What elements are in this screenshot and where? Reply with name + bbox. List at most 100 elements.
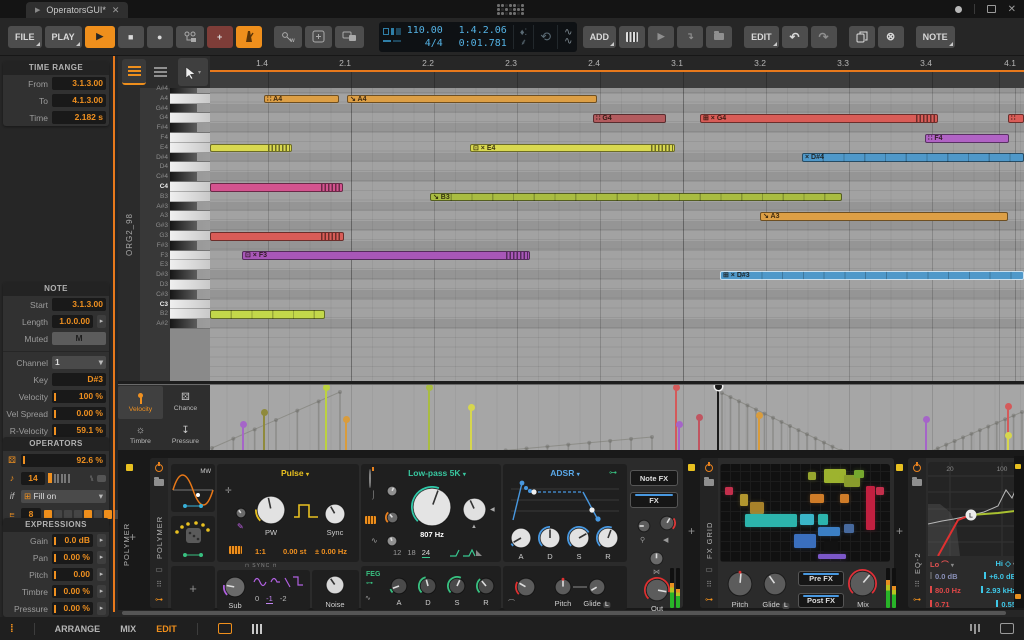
filter-drive-knob[interactable] [385,484,399,503]
midi-note-B2[interactable] [210,310,325,319]
polymer-device[interactable]: POLYMER ▭ ⠿ ⊶ MW + Pulse ▾ ✛ ✎ PW [150,458,683,608]
add-device-button[interactable]: + [688,524,695,538]
feg-mod-icon[interactable]: ⊶ [366,579,373,587]
piano-key-A#3[interactable] [170,202,210,212]
pre-fx-button[interactable]: Pre FX [798,571,844,586]
grid-module[interactable] [854,470,864,478]
piano-key-A4[interactable] [170,94,210,104]
track-color-handle[interactable] [126,464,133,471]
midi-note-A4[interactable]: ↘ A4 [347,95,597,104]
piano-key-G#4[interactable] [170,104,210,114]
noise-knob[interactable] [324,574,346,601]
expression-tab-pressure[interactable]: ↧Pressure [163,419,208,452]
tab-close-icon[interactable]: ✕ [112,5,120,16]
slope-option[interactable]: 24 [422,548,430,558]
grid-module[interactable] [818,527,840,536]
single-panel-icon[interactable] [218,623,232,634]
piano-key-C#3[interactable] [170,290,210,300]
grid-module[interactable] [844,524,854,533]
midi-note-G4[interactable]: ⊞ × G4 [700,114,938,123]
play-menu-button[interactable]: PLAY [45,26,82,48]
note-start-field[interactable]: 3.1.3.00 [52,298,106,311]
punch-icons[interactable]: ♦⁚⸙ [520,27,527,47]
amp-env-knob-R[interactable] [596,526,620,555]
midi-note-F4[interactable]: ∷ F4 [925,134,1009,143]
piano-key-D#4[interactable] [170,153,210,163]
multi-panel-icon[interactable] [252,624,263,634]
piano-key-D#3[interactable] [170,270,210,280]
power-icon[interactable] [705,464,713,472]
channel-select[interactable]: 1 [52,356,106,369]
transport-mode-icons[interactable] [383,28,401,45]
osc-preset-select[interactable]: Pulse ▾ [281,468,309,478]
filter-shape-icons[interactable] [449,548,483,558]
recurrence-length[interactable]: 14 [21,472,45,485]
window-menu-icon[interactable] [955,6,962,13]
piano-key-G4[interactable] [170,113,210,123]
velocity-field[interactable]: 100 % [52,390,106,403]
envelope-graph[interactable] [511,478,619,522]
amp-preset-select[interactable]: ADSR ▾ [550,468,579,478]
midi-note-D#3[interactable]: ⊞ × D#3 [720,271,1024,280]
grid-module[interactable] [745,514,797,527]
amp-env-knob-S[interactable] [567,526,591,555]
expand-button[interactable]: ▸ [97,585,106,598]
grid-module[interactable] [808,472,816,480]
grid-module[interactable] [740,494,748,506]
project-tab[interactable]: ▶ OperatorsGUI* ✕ [26,2,128,18]
pitch-env-knob[interactable] [515,576,537,603]
piano-key-A3[interactable] [170,211,210,221]
device-handle[interactable] [896,464,903,471]
octave-option[interactable]: 0 [255,594,259,604]
grid-module[interactable] [800,514,814,525]
expand-icon[interactable]: ⠿ [706,581,712,589]
expand-button[interactable]: ▸ [97,568,106,581]
piano-key-E3[interactable] [170,260,210,270]
track-name-strip[interactable]: ORG2_98 [118,88,140,381]
time-range-field[interactable]: 4.1.3.00 [52,94,106,107]
grid-module[interactable] [876,487,884,495]
remote-controls-icon[interactable]: ▭ [155,566,163,574]
expression-field-pan[interactable]: 0.00 % [52,551,93,564]
midi-note-G4[interactable]: ∷ [1008,114,1024,123]
osc-detune[interactable]: ± 0.00 Hz [315,547,347,556]
octave-option[interactable]: -1 [266,594,273,604]
filter-preset-select[interactable]: Low-pass 5K ▾ [408,468,466,478]
fx-grid-device[interactable]: FX GRID ▭ ⠿ ⊶ Pitch Glide L Pre FX Post … [700,458,894,608]
mod-random-display[interactable] [171,516,215,562]
expression-field-timbre[interactable]: 0.00 % [52,585,93,598]
midi-note-G3[interactable] [210,232,344,241]
eq-q-row[interactable]: 0.71 0.55 [930,600,1016,609]
expand-icon[interactable]: ⠿ [914,581,920,589]
slope-option[interactable]: 12 [393,548,401,558]
midi-note-E4[interactable]: ⊡ × E4 [470,144,675,153]
grid-module[interactable] [818,554,846,559]
note-grid[interactable]: ∷ A4↘ A4∷ G4⊞ × G4∷∷ F4⊡ × E4× D#4↘ B3↘ … [210,88,1024,381]
add-device-button[interactable]: + [129,530,136,544]
expression-tab-velocity[interactable]: Velocity [118,386,163,419]
preset-folder-icon[interactable] [912,479,922,486]
expand-button[interactable]: ▸ [97,534,106,547]
device-chain-header[interactable]: POLYMER + [120,458,148,608]
add-modulator-slot[interactable]: + [171,566,215,610]
modulators-icon[interactable]: ⊶ [913,596,921,604]
piano-key-F3[interactable] [170,251,210,261]
sync-knob[interactable] [323,502,347,531]
piano-key-C3[interactable] [170,300,210,310]
slope-select[interactable]: 12 18 24 [393,548,430,558]
info-icon[interactable]: ⁞ [10,623,14,635]
panel-divider[interactable] [113,56,115,612]
expand-button[interactable]: ▸ [97,551,106,564]
redo-button[interactable]: ↷ [811,26,837,48]
sub-knob[interactable] [223,575,247,604]
slope-option[interactable]: 18 [407,548,415,558]
grid-module[interactable] [725,487,733,495]
piano-key-G3[interactable] [170,231,210,241]
eq2-device[interactable]: EQ-2 ⠿ ⊶ 20 100 1k +20 +10 -10 -20 [908,458,1024,608]
muted-toggle[interactable]: M [52,332,106,345]
mixer-panel-icon[interactable] [970,624,981,634]
device-handle[interactable] [688,464,695,471]
modulators-icon[interactable]: ⊶ [705,596,713,604]
note-length-field[interactable]: 1.0.0.00 [52,315,93,328]
chance-field[interactable]: 92.6 % [21,454,106,467]
